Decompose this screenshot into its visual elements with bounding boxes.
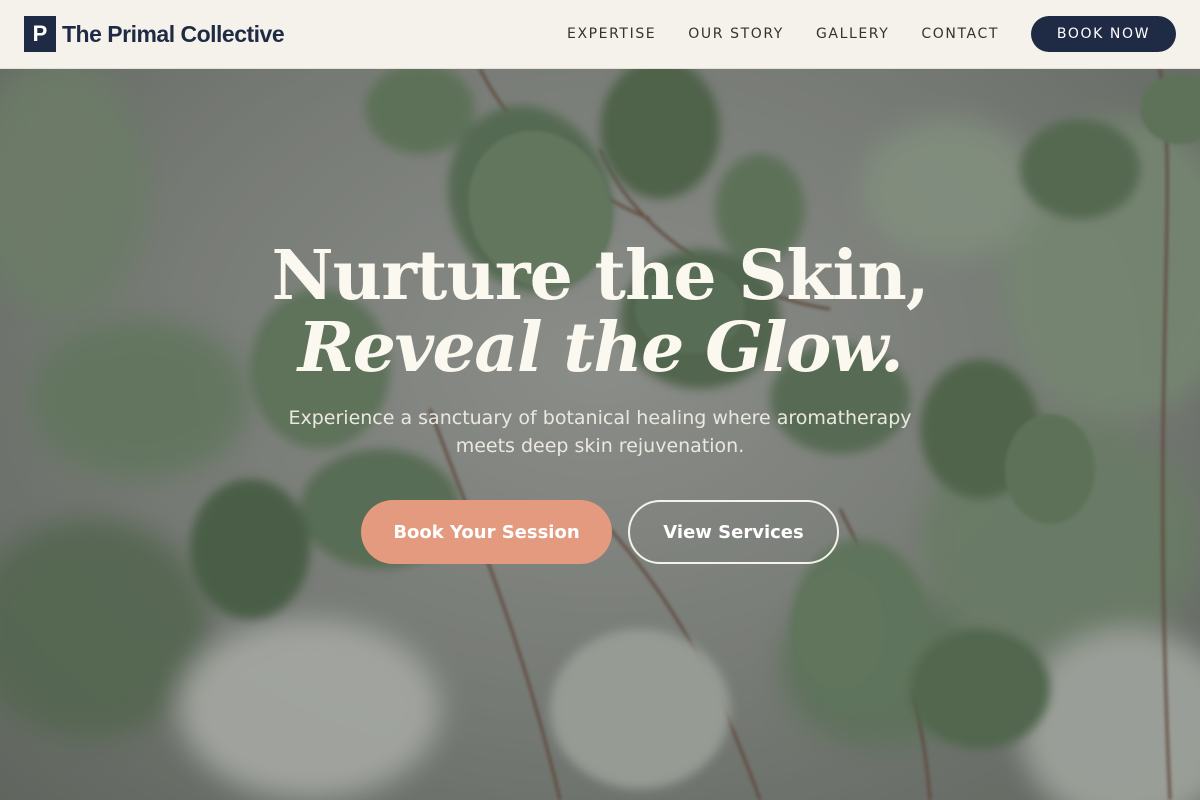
site-header: P The Primal Collective EXPERTISE OUR ST… bbox=[0, 0, 1200, 69]
hero-headline-line2: Reveal the Glow. bbox=[297, 308, 904, 388]
logo-mark: P bbox=[24, 16, 56, 52]
hero-headline-line1: Nurture the Skin, bbox=[271, 236, 930, 316]
hero-content: Nurture the Skin, Reveal the Glow. Exper… bbox=[0, 69, 1200, 800]
nav-link-our-story[interactable]: OUR STORY bbox=[688, 26, 784, 42]
logo[interactable]: P The Primal Collective bbox=[24, 16, 285, 52]
main-nav: EXPERTISE OUR STORY GALLERY CONTACT BOOK… bbox=[567, 16, 1176, 52]
book-session-button[interactable]: Book Your Session bbox=[361, 500, 612, 564]
nav-link-expertise[interactable]: EXPERTISE bbox=[567, 26, 656, 42]
brand-name: The Primal Collective bbox=[62, 20, 285, 47]
nav-link-gallery[interactable]: GALLERY bbox=[816, 26, 889, 42]
hero-subtitle: Experience a sanctuary of botanical heal… bbox=[288, 407, 912, 457]
hero-section: Nurture the Skin, Reveal the Glow. Exper… bbox=[0, 69, 1200, 800]
view-services-button[interactable]: View Services bbox=[628, 500, 839, 564]
book-now-button[interactable]: BOOK NOW bbox=[1031, 16, 1176, 52]
nav-link-contact[interactable]: CONTACT bbox=[921, 26, 999, 42]
